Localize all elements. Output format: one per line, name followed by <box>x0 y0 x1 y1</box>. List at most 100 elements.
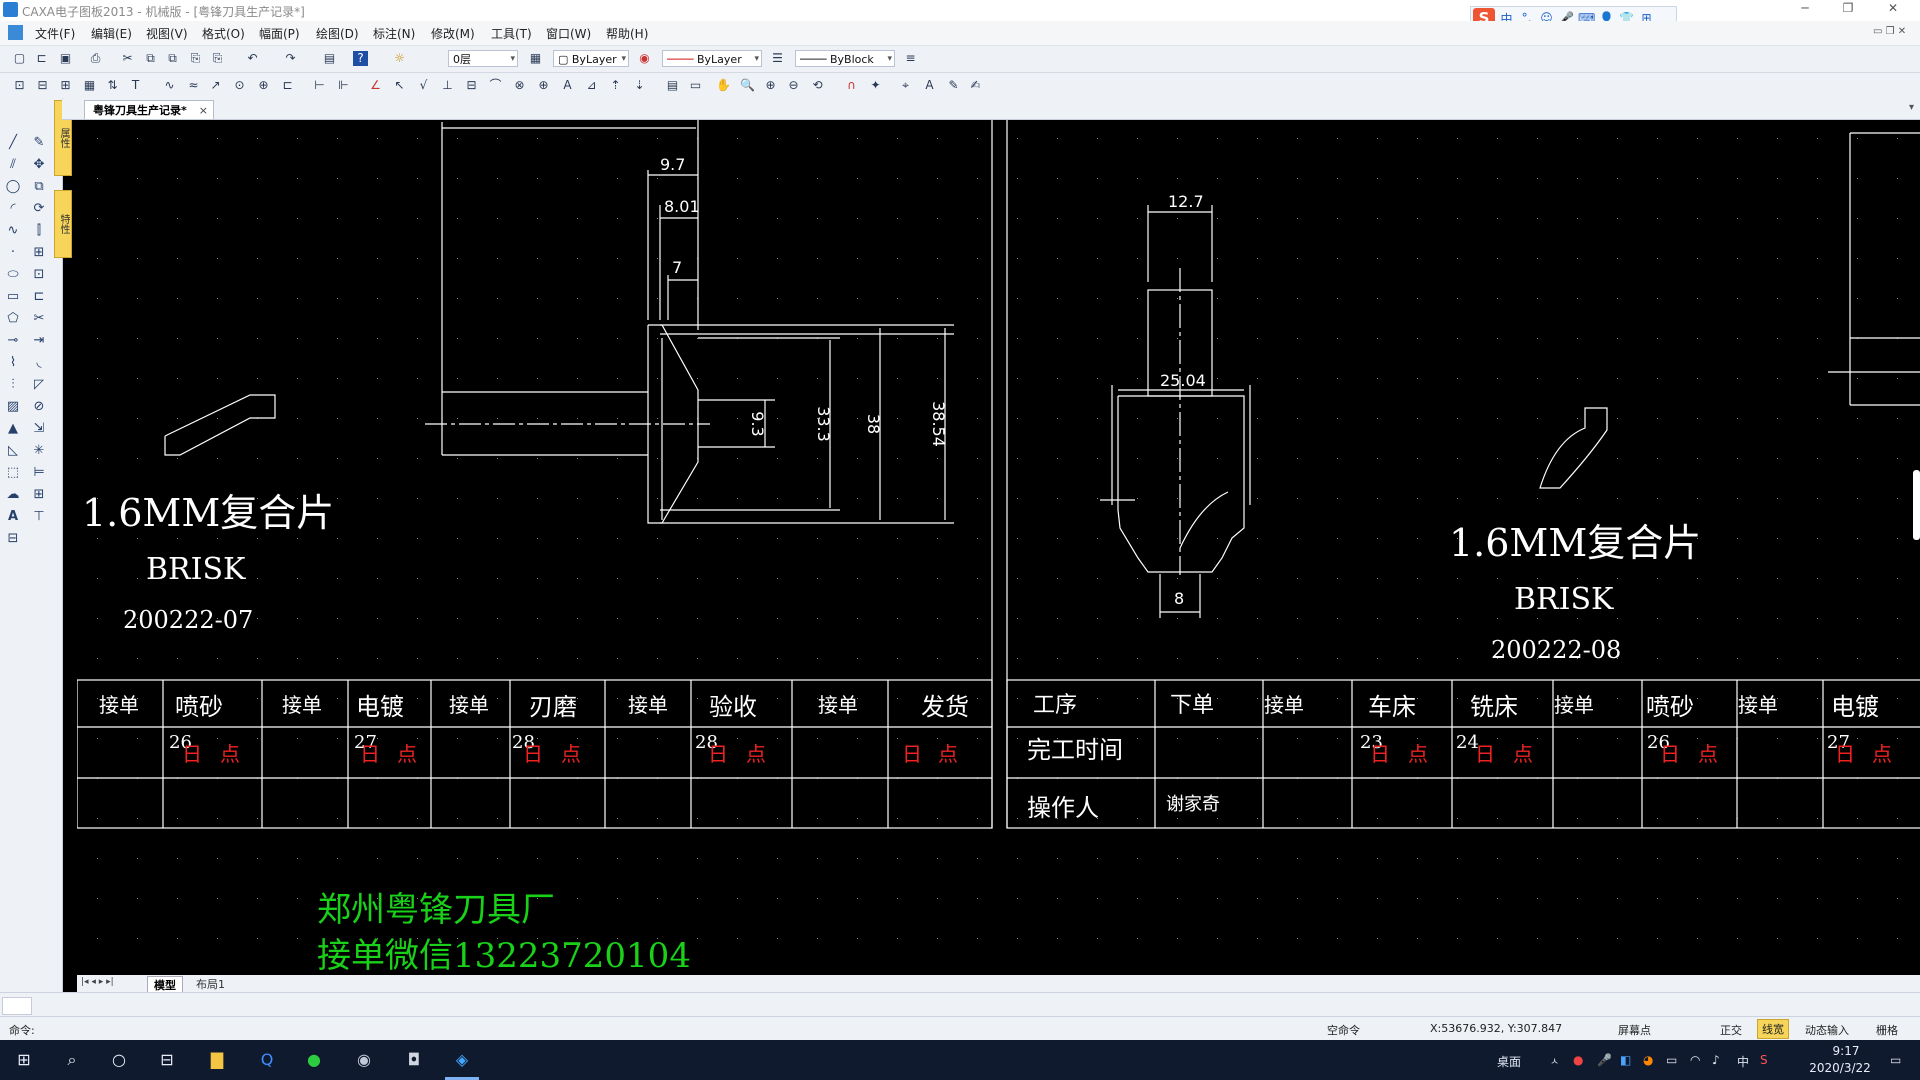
search-icon[interactable]: ⌕ <box>60 1050 84 1072</box>
edit-text-icon[interactable]: A <box>922 78 937 93</box>
doc-menu-icon[interactable] <box>8 25 23 40</box>
text-tool-icon[interactable]: A <box>4 508 22 526</box>
menu-draw[interactable]: 绘图(D) <box>316 25 359 42</box>
tray-chevron-icon[interactable]: ㅅ <box>1550 1053 1559 1068</box>
cut-icon[interactable]: ✂ <box>120 51 135 66</box>
section-icon[interactable]: ⊗ <box>512 78 527 93</box>
attribute-icon[interactable]: ⊤ <box>30 508 48 526</box>
start-windows-icon[interactable]: ⊞ <box>12 1050 36 1072</box>
drawing-canvas[interactable]: 9.7 8.01 7 9.3 33.3 38 38.54 12.7 25.04 … <box>77 120 1920 976</box>
scale-icon[interactable]: ⊡ <box>30 266 48 284</box>
command-input[interactable] <box>46 1020 1050 1038</box>
tray-ime-label[interactable]: 中 <box>1737 1053 1749 1070</box>
lineweight-manager-icon[interactable]: ≡ <box>903 51 918 66</box>
command-history-box[interactable] <box>2 997 32 1015</box>
zoom-extents-icon[interactable]: ⊖ <box>786 78 801 93</box>
tray-wifi-icon[interactable]: ◠ <box>1690 1053 1700 1067</box>
lineweight-select[interactable]: ──── ByBlock ▾ <box>795 50 895 67</box>
cortana-icon[interactable]: ○ <box>107 1050 131 1072</box>
properties-icon[interactable]: ▤ <box>665 78 680 93</box>
tray-mic-icon[interactable]: 🎤 <box>1597 1053 1612 1067</box>
grid-toggle[interactable]: 栅格 <box>1876 1022 1898 1038</box>
mdi-controls-icon[interactable]: ▭ ❐ ✕ <box>1873 26 1906 37</box>
dynamic-input-toggle[interactable]: 动态输入 <box>1805 1022 1849 1038</box>
copy-obj-icon[interactable]: ⧉ <box>30 178 48 196</box>
clock-date[interactable]: 2020/3/22 <box>1800 1061 1880 1075</box>
snap-mode[interactable]: 屏幕点 <box>1618 1022 1651 1038</box>
notification-icon[interactable]: ▭ <box>1890 1053 1901 1067</box>
explode-icon[interactable]: ✳ <box>30 442 48 460</box>
tray-qq-icon[interactable]: ◕ <box>1643 1053 1653 1067</box>
browser-icon[interactable]: Q <box>255 1050 279 1072</box>
layer-manager-icon[interactable]: ▦ <box>528 51 543 66</box>
linetype-manager-icon[interactable]: ☰ <box>770 51 785 66</box>
note-icon[interactable]: ✍ <box>968 78 983 93</box>
copy-base-icon[interactable]: ⧉ <box>165 51 180 66</box>
menu-view[interactable]: 视图(V) <box>146 25 188 42</box>
measure-icon[interactable]: ⌖ <box>898 78 913 93</box>
open-file-icon[interactable]: ⊏ <box>34 51 49 66</box>
centerline-icon[interactable]: ⊸ <box>4 332 22 350</box>
paste-special-icon[interactable]: ⎘ <box>210 51 225 66</box>
view-arrow-icon[interactable]: ⇣ <box>632 78 647 93</box>
color-wheel-icon[interactable]: ◉ <box>637 51 652 66</box>
revcloud-icon[interactable]: ☁ <box>4 486 22 504</box>
mirror-icon[interactable]: ⫿ <box>30 222 48 240</box>
layer-select[interactable]: 0层 ▾ <box>448 50 518 67</box>
app-cup-icon[interactable]: ◘ <box>402 1050 426 1072</box>
menu-format[interactable]: 格式(O) <box>202 25 245 42</box>
offset-icon[interactable]: ⊏ <box>30 288 48 306</box>
tray-battery-icon[interactable]: ▭ <box>1666 1053 1677 1067</box>
redo-icon[interactable]: ↷ <box>283 51 298 66</box>
parallel-icon[interactable]: ⫽ <box>4 156 22 174</box>
zoom-icon[interactable]: 🔍 <box>740 78 755 93</box>
spline-icon[interactable]: ∿ <box>162 78 177 93</box>
close-button[interactable]: ✕ <box>1878 1 1908 19</box>
menu-window[interactable]: 窗口(W) <box>546 25 591 42</box>
line-icon[interactable]: ╱ <box>4 134 22 152</box>
canvas-scroll-handle[interactable] <box>1913 470 1920 540</box>
snap-icon[interactable]: ✦ <box>868 78 883 93</box>
tray-volume-icon[interactable]: ♪ <box>1712 1053 1720 1067</box>
spline-draw-icon[interactable]: ∿ <box>4 222 22 240</box>
menu-dimension[interactable]: 标注(N) <box>373 25 415 42</box>
ruler-icon[interactable]: ◺ <box>4 442 22 460</box>
maximize-button[interactable]: ❐ <box>1833 1 1863 19</box>
arc-icon[interactable]: ◜ <box>4 200 22 218</box>
table-icon[interactable]: ⊞ <box>58 78 73 93</box>
text-arrow-icon[interactable]: ⇡ <box>608 78 623 93</box>
frame-icon[interactable]: ⊡ <box>12 78 27 93</box>
trim-icon[interactable]: ✂ <box>30 310 48 328</box>
clipboard-icon[interactable]: ▤ <box>322 51 337 66</box>
dim-baseline-icon[interactable]: ⊩ <box>336 78 351 93</box>
linewidth-toggle[interactable]: 线宽 <box>1757 1019 1789 1039</box>
break-icon[interactable]: ⊘ <box>30 398 48 416</box>
angle-icon[interactable]: ∠ <box>368 78 383 93</box>
help-icon[interactable]: ? <box>353 51 368 66</box>
app-ball-icon[interactable]: ◉ <box>352 1050 376 1072</box>
fill-icon[interactable]: ▲ <box>4 420 22 438</box>
pan-icon[interactable]: ✋ <box>716 78 731 93</box>
menu-file[interactable]: 文件(F) <box>35 25 75 42</box>
chamfer-icon[interactable]: ◸ <box>30 376 48 394</box>
menu-edit[interactable]: 编辑(E) <box>91 25 132 42</box>
menu-sheet[interactable]: 幅面(P) <box>259 25 300 42</box>
datum-icon[interactable]: ⊥ <box>440 78 455 93</box>
tab-layout1[interactable]: 布局1 <box>190 976 231 992</box>
undo-icon[interactable]: ↶ <box>245 51 260 66</box>
minimize-button[interactable]: ─ <box>1790 1 1820 19</box>
file-explorer-icon[interactable]: ▇ <box>205 1050 229 1072</box>
match-icon[interactable]: ▭ <box>688 78 703 93</box>
fillet-icon[interactable]: ◟ <box>30 354 48 372</box>
zoom-prev-icon[interactable]: ⟲ <box>810 78 825 93</box>
point-icon[interactable]: · <box>4 244 22 262</box>
wechat-icon[interactable]: ● <box>302 1050 326 1072</box>
menu-tools[interactable]: 工具(T) <box>491 25 532 42</box>
zoom-window-icon[interactable]: ⊕ <box>763 78 778 93</box>
array-icon[interactable]: ⊞ <box>30 244 48 262</box>
edit-icon[interactable]: ⊞ <box>30 486 48 504</box>
menu-modify[interactable]: 修改(M) <box>431 25 475 42</box>
desktop-label[interactable]: 桌面 <box>1497 1053 1521 1070</box>
stretch-icon[interactable]: ⇲ <box>30 420 48 438</box>
dim-linear-icon[interactable]: ⊢ <box>312 78 327 93</box>
